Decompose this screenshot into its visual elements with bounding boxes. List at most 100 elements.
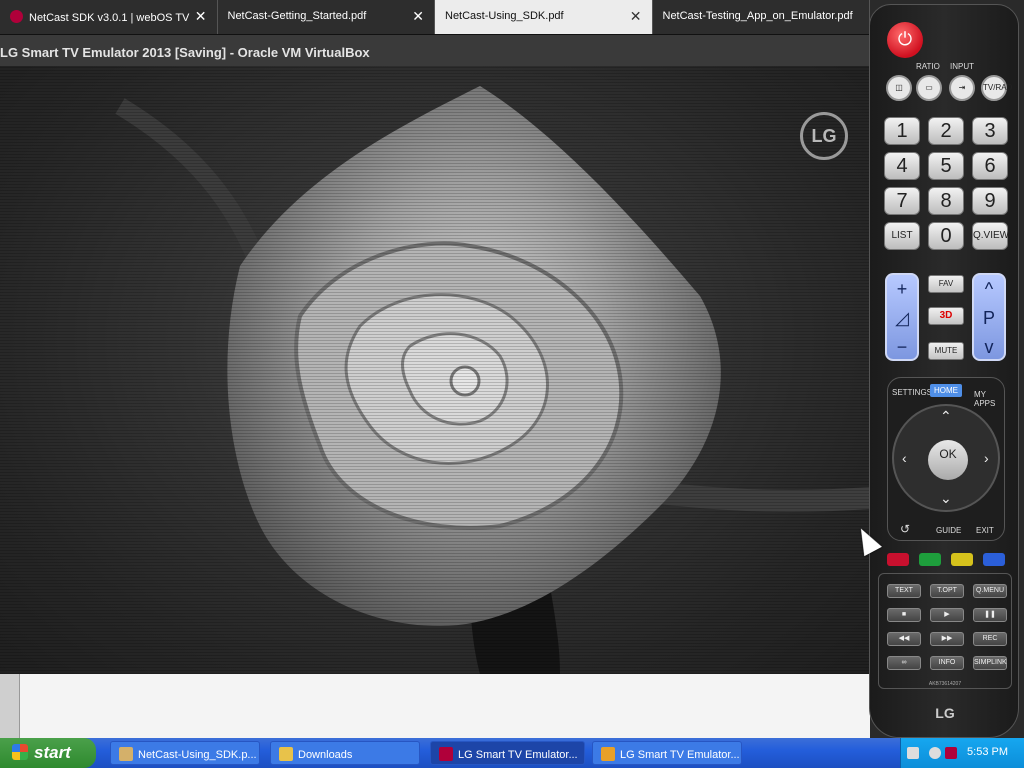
volume-down-button[interactable]: −: [887, 333, 917, 362]
guide-button[interactable]: GUIDE: [936, 526, 961, 535]
taskbar: start NetCast-Using_SDK.p... Downloads L…: [0, 738, 1024, 768]
tv-rad-button[interactable]: TV/RAD: [981, 75, 1012, 101]
lg-logo: LG: [800, 112, 848, 160]
number-0-button[interactable]: 0: [928, 222, 964, 250]
number-4-button[interactable]: 4: [884, 152, 920, 180]
play-button[interactable]: ▶: [930, 608, 964, 622]
rewind-button[interactable]: ◀◀: [887, 632, 921, 646]
desktop: NetCast SDK v3.0.1 | webOS TV ✕ NetCast-…: [0, 0, 1024, 768]
simplink-button[interactable]: SIMPLINK: [973, 656, 1007, 670]
taskbar-item-emulator[interactable]: LG Smart TV Emulator...: [430, 741, 585, 765]
arrow-right-icon[interactable]: ›: [984, 450, 989, 466]
volume-rocker[interactable]: + ◿ −: [885, 273, 919, 361]
system-tray: 5:53 PM: [900, 738, 1024, 768]
vertical-scrollbar[interactable]: [0, 674, 20, 738]
back-button[interactable]: ↺: [900, 522, 910, 536]
close-icon[interactable]: ✕: [412, 8, 424, 25]
media-panel: TEXT T.OPT Q.MENU ■ ▶ ❚❚ ◀◀ ▶▶ REC ∞ INF…: [878, 573, 1012, 689]
taskbar-item-label: NetCast-Using_SDK.p...: [138, 749, 257, 761]
ok-button[interactable]: OK: [928, 440, 968, 480]
vm-lower-area: [0, 674, 870, 738]
qview-button[interactable]: Q.VIEW: [972, 222, 1009, 250]
arrow-up-icon[interactable]: ⌃: [940, 408, 952, 425]
taskbar-item-label: LG Smart TV Emulator...: [458, 749, 578, 761]
tab-using-sdk[interactable]: NetCast-Using_SDK.pdf ✕: [435, 0, 653, 34]
taskbar-item-label: Downloads: [298, 749, 353, 761]
text-button[interactable]: TEXT: [887, 584, 921, 598]
tv-screen[interactable]: LG: [0, 66, 870, 674]
vm-window-title: LG Smart TV Emulator 2013 [Saving] - Ora…: [0, 34, 870, 66]
info-button[interactable]: INFO: [930, 656, 964, 670]
start-button[interactable]: start: [0, 738, 96, 768]
channel-down-button[interactable]: v: [974, 333, 1004, 362]
model-number: AKB73614207: [928, 681, 962, 687]
list-button[interactable]: LIST: [884, 222, 920, 250]
tab-netcast-sdk[interactable]: NetCast SDK v3.0.1 | webOS TV ✕: [0, 0, 218, 34]
my-apps-button[interactable]: MY APPS: [974, 390, 1004, 408]
volume-icon: ◿: [895, 308, 909, 328]
chevron-left-icon[interactable]: [929, 747, 941, 759]
number-6-button[interactable]: 6: [972, 152, 1008, 180]
number-2-button[interactable]: 2: [928, 117, 964, 145]
lg-icon: [439, 747, 453, 761]
volume-up-button[interactable]: +: [887, 275, 917, 304]
number-8-button[interactable]: 8: [928, 187, 964, 215]
clock: 5:53 PM: [967, 746, 1008, 758]
lg-tray-icon[interactable]: [945, 747, 957, 759]
aspect-icon-button[interactable]: ◫: [886, 75, 912, 101]
start-label: start: [34, 743, 71, 762]
direction-ring[interactable]: ⌃ ‹ › ⌄ OK: [892, 404, 1000, 512]
tab-label: NetCast-Testing_App_on_Emulator.pdf: [662, 10, 853, 22]
fav-button[interactable]: FAV: [928, 275, 964, 293]
tab-label: NetCast SDK v3.0.1 | webOS TV: [29, 12, 190, 24]
tab-getting-started[interactable]: NetCast-Getting_Started.pdf ✕: [217, 0, 435, 34]
qmenu-button[interactable]: Q.MENU: [973, 584, 1007, 598]
record-button[interactable]: REC: [973, 632, 1007, 646]
red-color-button[interactable]: [887, 553, 909, 566]
green-color-button[interactable]: [919, 553, 941, 566]
lg-brand-logo: LG: [935, 705, 955, 721]
tab-testing-app[interactable]: NetCast-Testing_App_on_Emulator.pdf: [652, 0, 870, 34]
fast-forward-button[interactable]: ▶▶: [930, 632, 964, 646]
taskbar-item-downloads[interactable]: Downloads: [270, 741, 420, 765]
virtualbox-icon: [601, 747, 615, 761]
keyboard-icon[interactable]: [907, 747, 919, 759]
navigation-panel: SETTINGS HOME MY APPS ⌃ ‹ › ⌄ OK ↺ GUIDE…: [887, 377, 1005, 541]
pdf-icon: [119, 747, 133, 761]
tab-label: NetCast-Getting_Started.pdf: [227, 10, 367, 22]
folder-icon: [279, 747, 293, 761]
close-icon[interactable]: ✕: [195, 8, 207, 25]
stop-button[interactable]: ■: [887, 608, 921, 622]
number-7-button[interactable]: 7: [884, 187, 920, 215]
arrow-left-icon[interactable]: ‹: [902, 450, 907, 466]
channel-up-button[interactable]: ^: [974, 275, 1004, 304]
3d-button[interactable]: 3D: [928, 307, 964, 325]
power-button[interactable]: ⏻: [887, 22, 923, 58]
number-3-button[interactable]: 3: [972, 117, 1008, 145]
arrow-down-icon[interactable]: ⌄: [940, 490, 952, 507]
home-button[interactable]: HOME: [930, 384, 962, 397]
tab-label: NetCast-Using_SDK.pdf: [445, 10, 564, 22]
settings-button[interactable]: SETTINGS: [892, 388, 932, 397]
ratio-label: RATIO: [916, 62, 940, 71]
topt-button[interactable]: T.OPT: [930, 584, 964, 598]
pause-button[interactable]: ❚❚: [973, 608, 1007, 622]
loop-button[interactable]: ∞: [887, 656, 921, 670]
channel-rocker[interactable]: ^ P v: [972, 273, 1006, 361]
number-5-button[interactable]: 5: [928, 152, 964, 180]
input-button[interactable]: ⇥: [949, 75, 975, 101]
close-icon[interactable]: ✕: [630, 8, 642, 25]
browser-tabbar: NetCast SDK v3.0.1 | webOS TV ✕ NetCast-…: [0, 0, 870, 34]
number-1-button[interactable]: 1: [884, 117, 920, 145]
mute-button[interactable]: MUTE: [928, 342, 964, 360]
number-9-button[interactable]: 9: [972, 187, 1008, 215]
ratio-button[interactable]: ▭: [916, 75, 942, 101]
taskbar-item-pdf[interactable]: NetCast-Using_SDK.p...: [110, 741, 260, 765]
yellow-color-button[interactable]: [951, 553, 973, 566]
blue-color-button[interactable]: [983, 553, 1005, 566]
input-label: INPUT: [950, 62, 974, 71]
windows-flag-icon: [12, 744, 28, 760]
lg-favicon-icon: [10, 10, 23, 23]
taskbar-item-emulator-2[interactable]: LG Smart TV Emulator...: [592, 741, 742, 765]
exit-button[interactable]: EXIT: [976, 526, 994, 535]
